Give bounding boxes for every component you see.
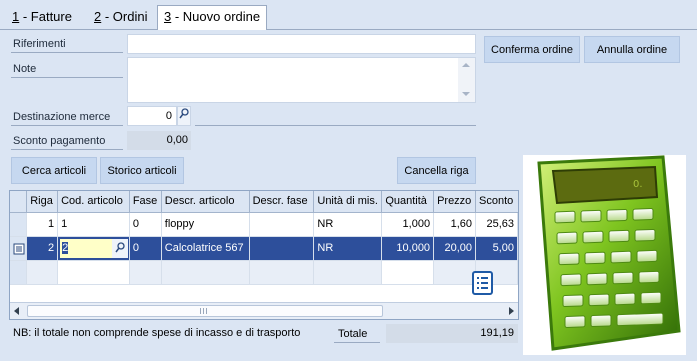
order-lines-grid: Riga Cod. articolo Fase Descr. articolo … <box>9 190 519 320</box>
note-scrollbar[interactable] <box>458 58 475 102</box>
destinazione-lookup-button[interactable] <box>177 106 191 126</box>
calculator-image: 0. <box>523 155 686 355</box>
grid-horizontal-scrollbar[interactable] <box>10 302 518 319</box>
cell-quantita[interactable]: 1,000 <box>381 212 435 237</box>
footer-note: NB: il totale non comprende spese di inc… <box>13 327 301 339</box>
edit-row-icon <box>13 243 25 254</box>
cell-empty[interactable] <box>433 260 476 285</box>
destinazione-input[interactable]: 0 <box>127 106 177 126</box>
totale-value: 191,19 <box>386 324 518 343</box>
scroll-right-icon[interactable] <box>509 307 514 315</box>
table-row-selected[interactable]: 2 2 0 Calcolatrice 567 NR 10,000 20,00 5… <box>10 236 518 261</box>
details-list-icon[interactable] <box>472 271 493 295</box>
cell-riga[interactable]: 1 <box>26 212 59 237</box>
col-sconto[interactable]: Sconto <box>475 191 518 213</box>
tab-fatture-label: - Fatture <box>19 9 72 24</box>
list-icon <box>477 277 488 289</box>
cod-articolo-lookup-button[interactable] <box>112 238 129 258</box>
row-indicator[interactable] <box>10 212 28 237</box>
scroll-left-icon[interactable] <box>14 307 19 315</box>
cell-prezzo[interactable]: 1,60 <box>433 212 476 237</box>
col-fase[interactable]: Fase <box>129 191 162 213</box>
cell-descr-articolo[interactable]: floppy <box>161 212 250 237</box>
cell-empty[interactable] <box>249 260 315 285</box>
cell-descr-fase[interactable] <box>249 212 315 237</box>
tab-nuovo-ordine-label: - Nuovo ordine <box>171 9 261 24</box>
cell-cod-articolo-editing[interactable]: 2 <box>57 236 130 261</box>
cell-empty[interactable] <box>57 260 130 285</box>
note-label: Note <box>11 61 123 78</box>
cell-cod-articolo[interactable]: 1 <box>57 212 130 237</box>
cell-unita-misura[interactable]: NR <box>313 236 383 261</box>
cerca-articoli-button[interactable]: Cerca articoli <box>11 157 97 184</box>
tab-nuovo-ordine[interactable]: 3 - Nuovo ordine <box>157 5 268 30</box>
col-prezzo[interactable]: Prezzo <box>433 191 476 213</box>
riferimenti-input[interactable] <box>127 34 476 54</box>
tab-ordini-label: - Ordini <box>101 9 148 24</box>
cod-articolo-input[interactable]: 2 <box>60 238 113 258</box>
tab-ordini[interactable]: 2 - Ordini <box>88 6 153 30</box>
cell-empty[interactable] <box>161 260 250 285</box>
cell-prezzo[interactable]: 20,00 <box>433 236 476 261</box>
cell-empty[interactable] <box>313 260 383 285</box>
table-row-new[interactable] <box>10 260 518 285</box>
destinazione-label: Destinazione merce <box>11 109 123 126</box>
cell-fase[interactable]: 0 <box>129 212 162 237</box>
col-descr-articolo[interactable]: Descr. articolo <box>161 191 250 213</box>
cell-sconto[interactable]: 25,63 <box>475 212 518 237</box>
conferma-ordine-button[interactable]: Conferma ordine <box>484 36 580 63</box>
row-indicator[interactable] <box>10 260 28 285</box>
row-indicator-editing[interactable] <box>10 236 28 261</box>
sconto-pagamento-label: Sconto pagamento <box>11 133 123 150</box>
search-icon <box>115 241 125 252</box>
totale-label: Totale <box>334 324 380 343</box>
cell-fase[interactable]: 0 <box>129 236 162 261</box>
cancella-riga-button[interactable]: Cancella riga <box>397 157 476 184</box>
tab-fatture[interactable]: 1 - Fatture <box>6 6 78 30</box>
calculator-icon: 0. <box>537 155 681 351</box>
cell-sconto[interactable]: 5,00 <box>475 236 518 261</box>
cell-quantita[interactable]: 10,000 <box>381 236 435 261</box>
scroll-up-icon[interactable] <box>462 63 470 67</box>
col-quantita[interactable]: Quantità <box>381 191 435 213</box>
annulla-ordine-button[interactable]: Annulla ordine <box>584 36 680 63</box>
cod-articolo-input-value: 2 <box>62 241 69 254</box>
row-indicator-header <box>10 191 28 213</box>
scroll-down-icon[interactable] <box>462 92 470 96</box>
grid-header-row: Riga Cod. articolo Fase Descr. articolo … <box>10 191 518 213</box>
cell-empty[interactable] <box>129 260 162 285</box>
cell-descr-fase[interactable] <box>249 236 315 261</box>
cell-unita-misura[interactable]: NR <box>313 212 383 237</box>
storico-articoli-button[interactable]: Storico articoli <box>100 157 184 184</box>
svg-text:0.: 0. <box>633 179 643 190</box>
destinazione-divider <box>195 125 476 126</box>
table-row[interactable]: 1 1 0 floppy NR 1,000 1,60 25,63 <box>10 212 518 237</box>
cell-empty[interactable] <box>381 260 435 285</box>
col-cod-articolo[interactable]: Cod. articolo <box>57 191 130 213</box>
col-unita-misura[interactable]: Unità di mis. <box>313 191 383 213</box>
col-riga[interactable]: Riga <box>26 191 59 213</box>
tab-bar: 1 - Fatture 2 - Ordini 3 - Nuovo ordine <box>0 0 697 30</box>
col-descr-fase[interactable]: Descr. fase <box>249 191 315 213</box>
cell-riga[interactable]: 2 <box>26 236 59 261</box>
sconto-pagamento-value: 0,00 <box>127 131 191 150</box>
search-icon <box>179 108 189 119</box>
note-textarea[interactable] <box>127 57 476 103</box>
cell-empty[interactable] <box>26 260 59 285</box>
cell-descr-articolo[interactable]: Calcolatrice 567 <box>161 236 250 261</box>
riferimenti-label: Riferimenti <box>11 36 123 53</box>
scroll-thumb[interactable] <box>27 305 383 317</box>
